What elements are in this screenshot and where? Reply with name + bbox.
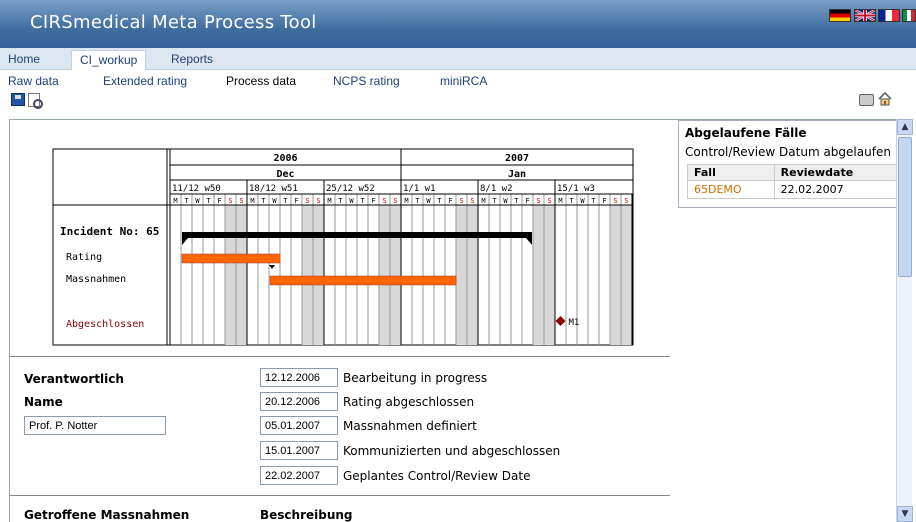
main-nav: Home CI_workup Reports bbox=[0, 48, 916, 70]
day-label: F bbox=[525, 197, 529, 205]
incident-bar bbox=[182, 232, 532, 238]
section-divider bbox=[10, 356, 670, 357]
date-desc-5: Geplantes Control/Review Date bbox=[343, 469, 531, 483]
day-label: M bbox=[404, 197, 408, 205]
sub-nav: Raw data Extended rating Process data NC… bbox=[0, 70, 916, 92]
scroll-down-icon[interactable]: ▼ bbox=[897, 506, 913, 522]
month-label: Dec bbox=[276, 169, 294, 180]
day-label: M bbox=[327, 197, 331, 205]
title-bar: CIRSmedical Meta Process Tool bbox=[0, 0, 916, 48]
row-label-rating: Rating bbox=[66, 252, 102, 263]
day-label: S bbox=[382, 197, 386, 205]
expired-cases-panel: Abgelaufene Fälle Control/Review Datum a… bbox=[678, 120, 896, 208]
week-label: 18/12 w51 bbox=[249, 184, 298, 194]
date-field-4[interactable]: 15.01.2007 bbox=[260, 441, 338, 460]
day-label: S bbox=[316, 197, 320, 205]
tab-extended-rating[interactable]: Extended rating bbox=[95, 74, 195, 92]
table-row[interactable]: 65DEMO 22.02.2007 bbox=[687, 180, 896, 199]
name-field[interactable]: Prof. P. Notter bbox=[24, 416, 166, 435]
day-label: S bbox=[470, 197, 474, 205]
day-label: S bbox=[624, 197, 628, 205]
milestone-label: M1 bbox=[569, 318, 580, 328]
col-reviewdate: Reviewdate bbox=[773, 164, 896, 181]
italian-flag-icon[interactable] bbox=[902, 9, 916, 22]
vertical-scrollbar[interactable]: ▲ ▼ bbox=[896, 119, 913, 522]
row-label-massnahmen: Massnahmen bbox=[66, 274, 126, 285]
day-label: M bbox=[250, 197, 254, 205]
home-icon[interactable] bbox=[878, 91, 892, 106]
name-label: Name bbox=[24, 395, 63, 409]
save-icon[interactable] bbox=[11, 93, 25, 106]
french-flag-icon[interactable] bbox=[878, 9, 900, 22]
month-label: Jan bbox=[508, 169, 526, 180]
expired-cases-subtitle: Control/Review Datum abgelaufen bbox=[685, 145, 891, 159]
beschreibung-label: Beschreibung bbox=[260, 508, 353, 522]
incident-label: Incident No: 65 bbox=[60, 225, 159, 238]
day-label: S bbox=[459, 197, 463, 205]
year-label: 2006 bbox=[273, 153, 297, 164]
tab-process-data[interactable]: Process data bbox=[218, 72, 304, 92]
expired-cases-title: Abgelaufene Fälle bbox=[685, 126, 807, 140]
nav-ci-workup[interactable]: CI_workup bbox=[71, 50, 147, 70]
tab-ncps-rating[interactable]: NCPS rating bbox=[325, 74, 408, 92]
scroll-up-icon[interactable]: ▲ bbox=[897, 119, 913, 135]
year-label: 2007 bbox=[505, 153, 529, 164]
uk-flag-icon[interactable] bbox=[854, 8, 876, 23]
day-label: F bbox=[294, 197, 298, 205]
massnahmen-label: Getroffene Massnahmen bbox=[24, 508, 190, 522]
rating-bar bbox=[181, 253, 281, 264]
german-flag-icon[interactable] bbox=[829, 9, 851, 22]
day-label: S bbox=[228, 197, 232, 205]
section-divider bbox=[10, 495, 670, 496]
day-label: F bbox=[448, 197, 452, 205]
date-field-3[interactable]: 05.01.2007 bbox=[260, 416, 338, 435]
print-icon[interactable] bbox=[859, 94, 874, 106]
week-label: 25/12 w52 bbox=[326, 184, 375, 194]
date-field-2[interactable]: 20.12.2006 bbox=[260, 392, 338, 411]
day-label: S bbox=[393, 197, 397, 205]
day-label: S bbox=[536, 197, 540, 205]
date-desc-2: Rating abgeschlossen bbox=[343, 395, 475, 409]
col-fall: Fall bbox=[687, 164, 775, 181]
day-label: S bbox=[547, 197, 551, 205]
review-date: 22.02.2007 bbox=[773, 180, 896, 199]
nav-reports[interactable]: Reports bbox=[163, 52, 221, 70]
scroll-thumb[interactable] bbox=[898, 137, 912, 277]
tab-raw-data[interactable]: Raw data bbox=[0, 74, 67, 92]
date-field-5[interactable]: 22.02.2007 bbox=[260, 466, 338, 485]
day-label: F bbox=[217, 197, 221, 205]
week-label: 8/1 w2 bbox=[480, 184, 513, 194]
closed-label: Abgeschlossen bbox=[66, 319, 144, 330]
week-label: 15/1 w3 bbox=[557, 184, 595, 194]
verantwortlich-label: Verantwortlich bbox=[24, 372, 124, 386]
week-label: 1/1 w1 bbox=[403, 184, 436, 194]
case-link[interactable]: 65DEMO bbox=[687, 180, 775, 199]
nav-home[interactable]: Home bbox=[0, 52, 48, 70]
date-desc-1: Bearbeitung in progress bbox=[343, 371, 488, 385]
app-title: CIRSmedical Meta Process Tool bbox=[30, 12, 317, 33]
day-label: S bbox=[613, 197, 617, 205]
day-label: M bbox=[481, 197, 485, 205]
day-label: M bbox=[558, 197, 562, 205]
tab-minirca[interactable]: miniRCA bbox=[432, 74, 495, 92]
print-preview-icon[interactable] bbox=[28, 93, 43, 109]
gantt-svg: 2006 Dec 2007 Jan 11/12 w50 18/12 w51 25/12 w5… bbox=[52, 148, 634, 346]
date-desc-4: Kommunizierten und abgeschlossen bbox=[343, 444, 561, 458]
date-field-1[interactable]: 12.12.2006 bbox=[260, 368, 338, 387]
day-label: F bbox=[602, 197, 606, 205]
content-pane: 2006 Dec 2007 Jan 11/12 w50 18/12 w51 25/12 w5… bbox=[9, 119, 896, 522]
day-label: F bbox=[371, 197, 375, 205]
day-label: S bbox=[305, 197, 309, 205]
gantt-chart: 2006 Dec 2007 Jan 11/12 w50 18/12 w51 25/12 w5… bbox=[52, 148, 635, 348]
expired-cases-table: Fall Reviewdate 65DEMO 22.02.2007 bbox=[687, 164, 896, 199]
date-desc-3: Massnahmen definiert bbox=[343, 419, 477, 433]
massnahmen-bar bbox=[269, 275, 457, 286]
day-label: M bbox=[173, 197, 177, 205]
day-label: S bbox=[239, 197, 243, 205]
week-label: 11/12 w50 bbox=[172, 184, 221, 194]
